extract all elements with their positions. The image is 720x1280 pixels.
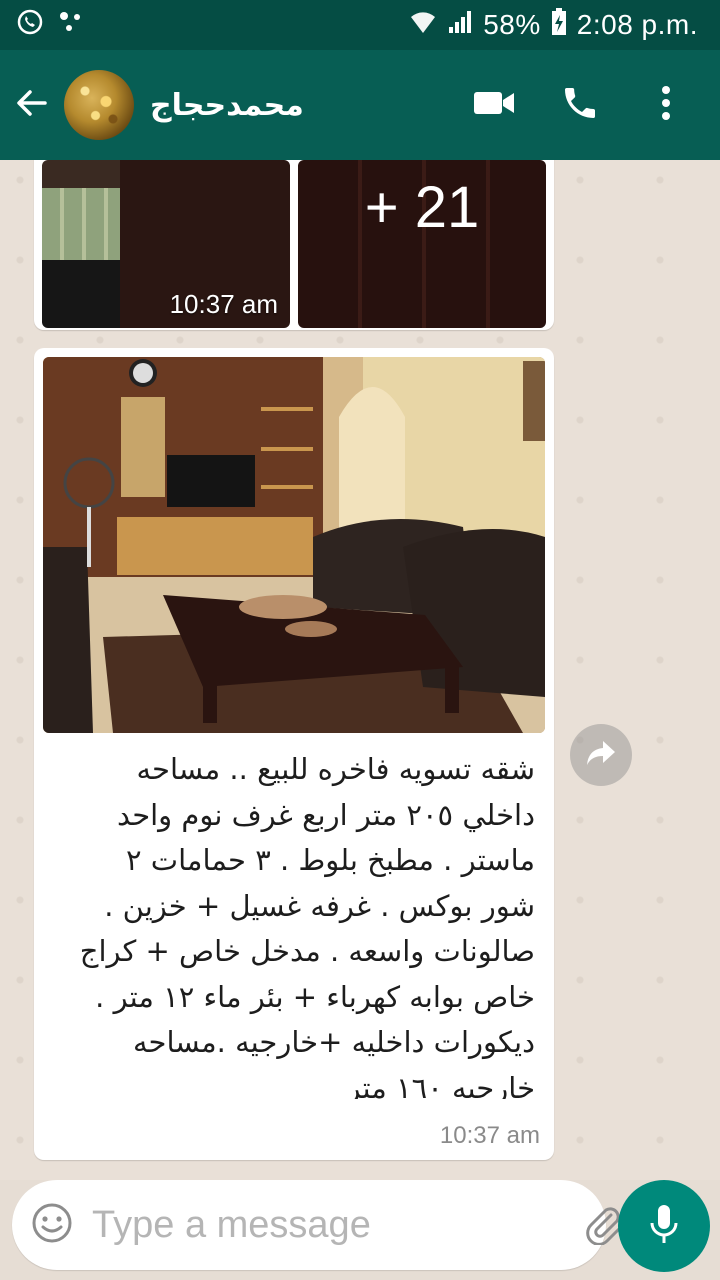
whatsapp-notification-icon xyxy=(16,8,44,43)
more-photos-count: + 21 xyxy=(364,175,480,240)
more-options-button[interactable] xyxy=(638,77,694,133)
listing-message[interactable]: شقه تسويه فاخره للبيع .. مساحه داخلي ٢٠٥… xyxy=(34,348,554,1160)
notification-dots-icon xyxy=(58,9,84,42)
status-bar: 58% 2:08 p.m. xyxy=(0,0,720,50)
message-time: 10:37 am xyxy=(439,1122,540,1149)
compose-bar xyxy=(0,1180,720,1280)
living-room-image xyxy=(43,357,545,733)
voice-record-button[interactable] xyxy=(618,1180,710,1272)
phone-icon xyxy=(560,83,600,128)
video-call-icon xyxy=(472,88,516,123)
album-message[interactable]: 10:37 am + 21 xyxy=(34,160,554,330)
more-vert-icon xyxy=(661,85,671,126)
status-right: 58% 2:08 p.m. xyxy=(409,7,698,43)
video-call-button[interactable] xyxy=(466,77,522,133)
avatar[interactable] xyxy=(64,70,134,140)
back-arrow-icon xyxy=(15,86,49,125)
wifi-icon xyxy=(409,9,437,42)
album-photo-more[interactable]: + 21 xyxy=(298,160,546,328)
chat-area[interactable]: 10:37 am + 21 شقه تسويه فاخره للبيع .. م… xyxy=(0,160,720,1180)
forward-button[interactable] xyxy=(570,724,632,786)
clock: 2:08 p.m. xyxy=(576,9,698,40)
header-actions xyxy=(466,77,694,133)
mic-icon xyxy=(649,1203,679,1250)
status-left xyxy=(16,8,84,43)
contact-name[interactable]: محمدحجاج xyxy=(150,88,466,123)
chat-header: محمدحجاج xyxy=(0,50,720,160)
signal-icon xyxy=(447,9,473,42)
battery-percent: 58% xyxy=(483,9,541,40)
emoji-icon[interactable] xyxy=(30,1201,74,1250)
message-time: 10:37 am xyxy=(169,289,278,319)
living-room-photo[interactable] xyxy=(43,357,545,733)
forward-icon xyxy=(585,739,617,772)
battery-charging-icon xyxy=(551,7,567,43)
compose-box xyxy=(12,1180,695,1270)
back-button[interactable] xyxy=(0,50,64,160)
voice-call-button[interactable] xyxy=(552,77,608,133)
message-caption: شقه تسويه فاخره للبيع .. مساحه داخلي ٢٠٥… xyxy=(79,752,535,1099)
message-input[interactable] xyxy=(92,1203,581,1247)
album-photo-1[interactable]: 10:37 am xyxy=(42,160,290,328)
